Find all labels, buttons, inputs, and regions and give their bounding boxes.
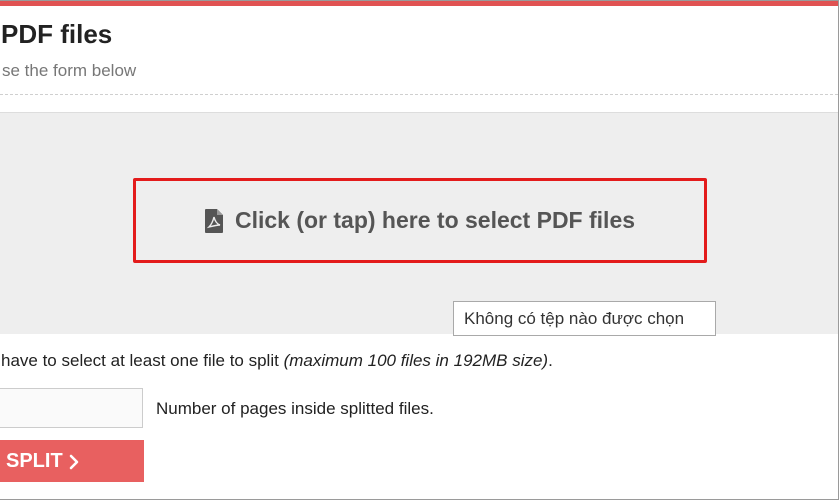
chevron-right-icon [69, 453, 79, 470]
pages-per-file-label: Number of pages inside splitted files. [156, 399, 434, 418]
pdf-file-icon [204, 208, 223, 233]
page-subtitle: se the form below [2, 61, 137, 80]
page-frame: PDF files se the form below Click (or ta… [0, 0, 839, 500]
file-input-status[interactable]: Không có tệp nào được chọn [453, 301, 716, 336]
page-title: PDF files [1, 19, 113, 49]
note-limit-text: (maximum 100 files in 192MB size) [283, 351, 549, 370]
split-button[interactable]: SPLIT [0, 440, 144, 482]
top-accent-stripe [0, 1, 838, 6]
divider [0, 94, 838, 95]
split-button-label: SPLIT [6, 449, 63, 472]
select-pdf-files-button[interactable]: Click (or tap) here to select PDF files [133, 178, 707, 263]
file-limit-note: have to select at least one file to spli… [1, 351, 553, 371]
note-text: have to select at least one file to spli… [1, 351, 284, 370]
select-files-label: Click (or tap) here to select PDF files [234, 207, 636, 233]
note-end: . [548, 351, 553, 370]
pages-per-file-input[interactable] [0, 388, 143, 428]
